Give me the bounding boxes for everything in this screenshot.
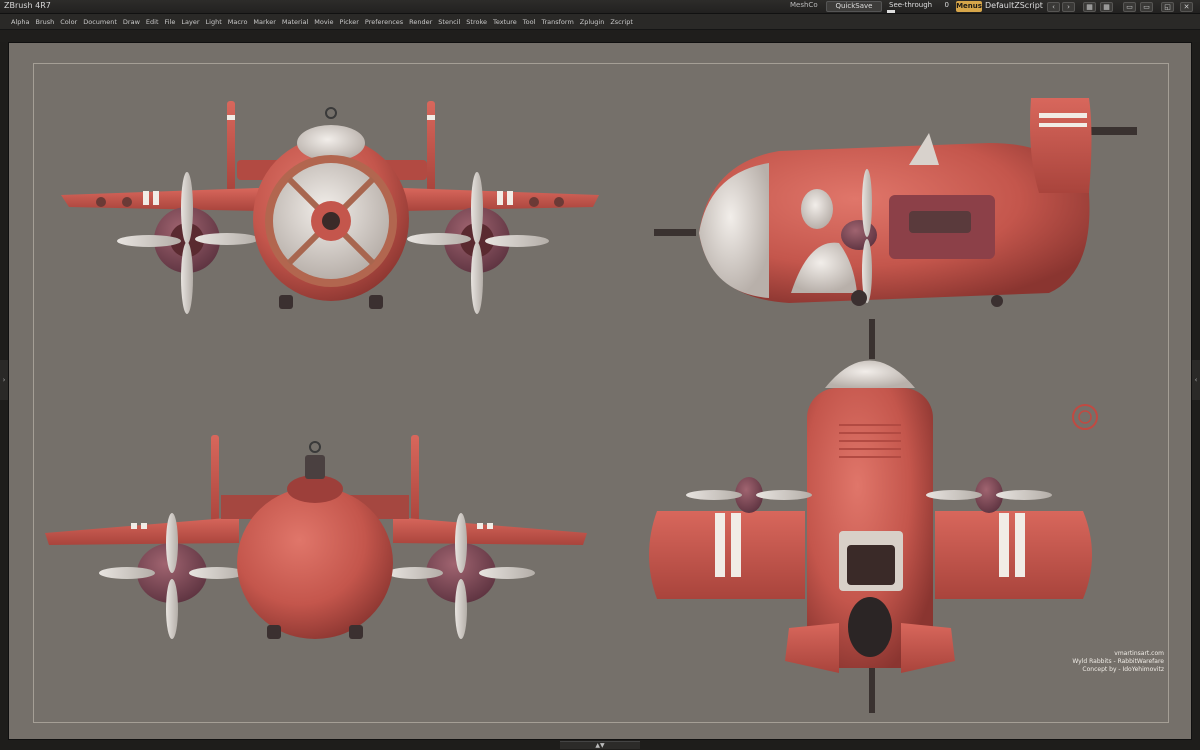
menu-item-texture[interactable]: Texture — [490, 16, 520, 28]
palette-icon[interactable]: ▦ — [1083, 2, 1096, 12]
airplane-turnaround-render — [45, 98, 1137, 713]
menu-item-layer[interactable]: Layer — [178, 16, 202, 28]
maximize-icon[interactable]: ▭ — [1140, 2, 1153, 12]
app-title: ZBrush 4R7 — [4, 1, 51, 10]
menu-list: Alpha Brush Color Document Draw Edit File Layer… — [8, 16, 636, 28]
menu-item-tool[interactable]: Tool — [520, 16, 539, 28]
menu-item-render[interactable]: Render — [406, 16, 435, 28]
menu-item-stroke[interactable]: Stroke — [463, 16, 490, 28]
menu-item-marker[interactable]: Marker — [250, 16, 278, 28]
menus-toggle-button[interactable]: Menus — [956, 1, 982, 12]
menu-item-transform[interactable]: Transform — [538, 16, 576, 28]
menu-item-zplugin[interactable]: Zplugin — [577, 16, 608, 28]
render-credits: vmartinsart.com Wyld Rabbits - RabbitWar… — [1072, 650, 1164, 674]
menu-item-light[interactable]: Light — [203, 16, 225, 28]
restore-icon[interactable]: ◱ — [1161, 2, 1174, 12]
menu-item-document[interactable]: Document — [80, 16, 120, 28]
menu-item-macro[interactable]: Macro — [225, 16, 251, 28]
credit-project: Wyld Rabbits - RabbitWarefare — [1072, 658, 1164, 665]
expand-tray-icon[interactable]: ▲▼ — [560, 741, 640, 749]
top-view — [649, 319, 1098, 713]
right-tray-icon[interactable]: ‹ — [1192, 360, 1200, 400]
document-canvas[interactable] — [8, 42, 1192, 740]
see-through-value: 0 — [944, 1, 949, 9]
title-bar: ZBrush 4R7 MeshCo QuickSave See-through … — [0, 0, 1200, 14]
side-view — [654, 98, 1137, 307]
mesh-count-label: MeshCo — [790, 1, 818, 9]
credit-concept: Concept by - IdoYehimovitz — [1082, 666, 1164, 673]
front-view — [61, 101, 599, 314]
see-through-slider[interactable]: See-through 0 — [885, 1, 953, 13]
menu-item-edit[interactable]: Edit — [143, 16, 162, 28]
menu-item-brush[interactable]: Brush — [32, 16, 57, 28]
config-icon[interactable]: ▦ — [1100, 2, 1113, 12]
close-icon[interactable]: ✕ — [1180, 2, 1193, 12]
menu-item-draw[interactable]: Draw — [120, 16, 143, 28]
layout-icon[interactable]: › — [1062, 2, 1075, 12]
left-tray-icon[interactable]: › — [0, 360, 8, 400]
credit-site: vmartinsart.com — [1114, 650, 1164, 657]
see-through-label: See-through — [889, 1, 933, 9]
quicksave-button[interactable]: QuickSave — [826, 1, 882, 12]
pin-icon[interactable]: ‹ — [1047, 2, 1060, 12]
menu-item-movie[interactable]: Movie — [311, 16, 336, 28]
menu-item-file[interactable]: File — [162, 16, 179, 28]
tool-strip — [0, 30, 1200, 42]
menu-item-stencil[interactable]: Stencil — [435, 16, 463, 28]
menu-item-picker[interactable]: Picker — [337, 16, 362, 28]
menu-item-material[interactable]: Material — [279, 16, 311, 28]
minimize-icon[interactable]: ▭ — [1123, 2, 1136, 12]
default-zscript-button[interactable]: DefaultZScript — [985, 1, 1043, 10]
rear-view — [45, 435, 587, 639]
menu-item-color[interactable]: Color — [57, 16, 80, 28]
menu-item-zscript[interactable]: Zscript — [607, 16, 636, 28]
menu-bar: Alpha Brush Color Document Draw Edit File Layer… — [0, 14, 1200, 30]
menu-item-preferences[interactable]: Preferences — [362, 16, 406, 28]
menu-item-alpha[interactable]: Alpha — [8, 16, 32, 28]
slider-thumb[interactable] — [887, 10, 895, 13]
